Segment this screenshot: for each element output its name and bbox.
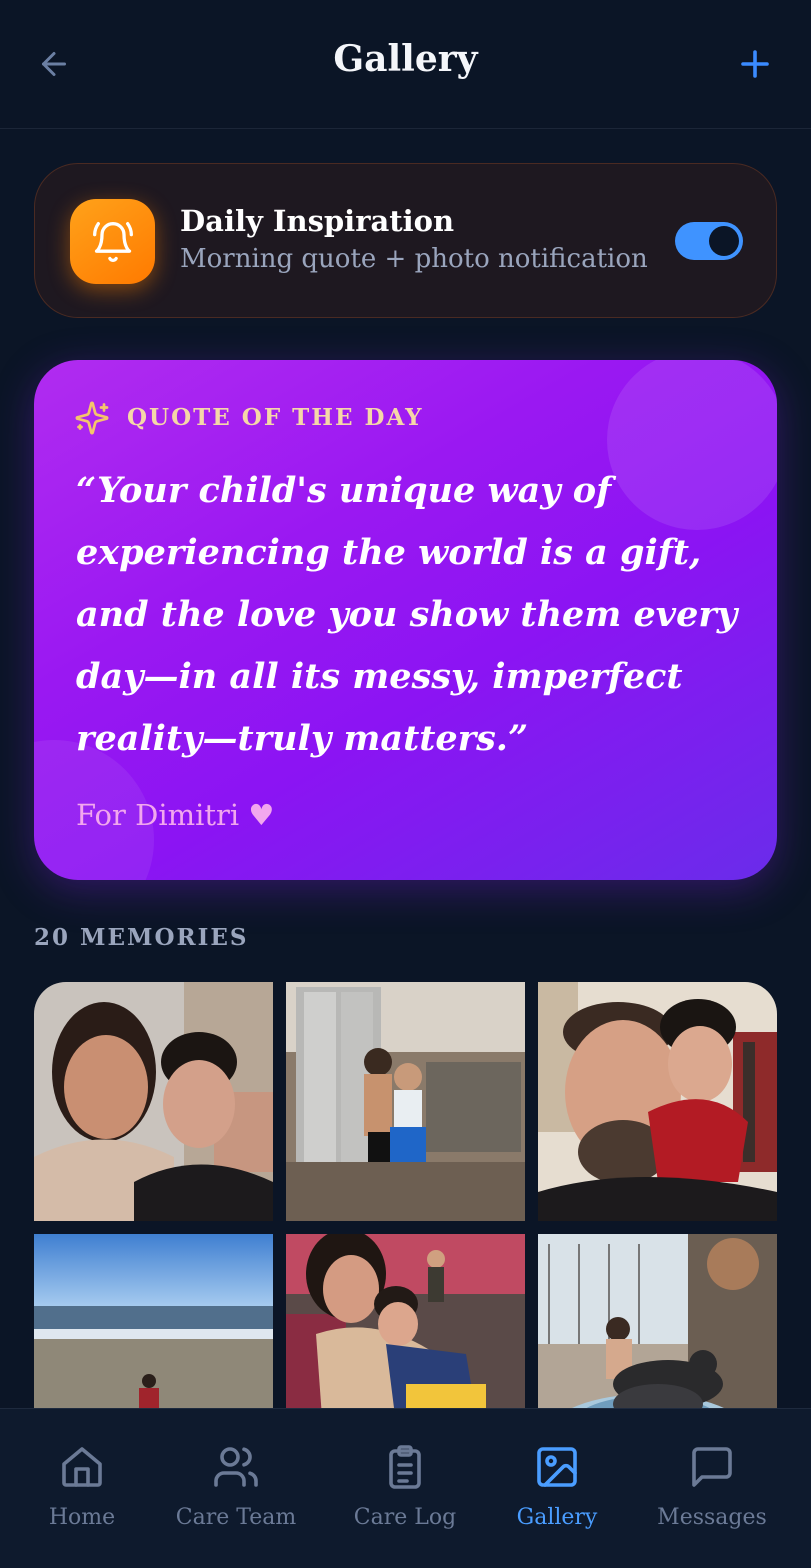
top-app-bar: Gallery (0, 0, 811, 129)
quote-of-the-day-card: QUOTE OF THE DAY “Your child's unique wa… (34, 360, 777, 880)
photo-mother-hugging-son[interactable] (286, 1234, 525, 1410)
nav-item-care-log[interactable]: Care Log (325, 1409, 485, 1568)
quote-label: QUOTE OF THE DAY (127, 404, 424, 431)
photo-father-and-son-hug[interactable] (538, 982, 777, 1221)
quote-signature: For Dimitri ♥ (76, 798, 275, 832)
bell-tile (70, 199, 155, 284)
nav-label-home: Home (48, 1505, 116, 1530)
nav-item-messages[interactable]: Messages (632, 1409, 792, 1568)
daily-inspiration-toggle[interactable] (675, 222, 743, 260)
add-photo-button[interactable] (731, 40, 779, 88)
nav-item-care-team[interactable]: Care Team (156, 1409, 316, 1568)
nav-label-care-team: Care Team (175, 1505, 297, 1530)
users-icon (214, 1447, 258, 1487)
page-title: Gallery (333, 38, 478, 80)
inspiration-title: Daily Inspiration (180, 204, 455, 238)
nav-item-home[interactable]: Home (2, 1409, 162, 1568)
plus-icon (741, 50, 769, 78)
daily-inspiration-card: Daily Inspiration Morning quote + photo … (34, 163, 777, 318)
memories-count-label: 20 MEMORIES (34, 924, 249, 951)
image-icon (537, 1447, 577, 1487)
photo-child-with-dogs[interactable] (538, 1234, 777, 1410)
nav-label-gallery: Gallery (516, 1505, 598, 1530)
photo-child-on-beach[interactable] (34, 1234, 273, 1410)
inspiration-subtitle: Morning quote + photo notification (180, 244, 648, 274)
clipboard-list-icon (389, 1445, 421, 1489)
nav-label-care-log: Care Log (353, 1505, 457, 1530)
nav-label-messages: Messages (657, 1505, 767, 1530)
message-square-icon (692, 1447, 732, 1487)
home-icon (62, 1447, 102, 1487)
nav-item-gallery[interactable]: Gallery (477, 1409, 637, 1568)
toggle-knob (709, 226, 739, 256)
sparkles-icon (75, 401, 109, 435)
bell-icon (92, 221, 133, 262)
bottom-navigation: Home Care Team Care Log Gallery Messages (0, 1408, 811, 1568)
photo-mother-and-son-selfie[interactable] (34, 982, 273, 1221)
quote-text: “Your child's unique way of experiencing… (76, 470, 738, 759)
memories-grid (34, 982, 777, 1410)
photo-two-kids-in-kitchen[interactable] (286, 982, 525, 1221)
